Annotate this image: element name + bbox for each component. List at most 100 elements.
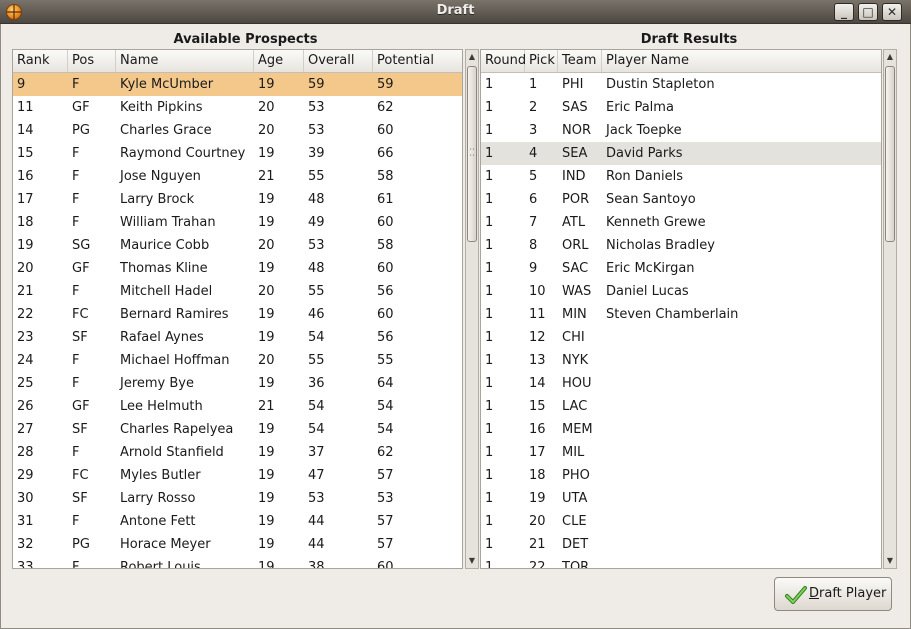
prospects-cell-age: 19 xyxy=(258,514,275,529)
prospects-cell-pos: SF xyxy=(72,330,88,345)
prospects-cell-age: 19 xyxy=(258,307,275,322)
results-column-header-round[interactable]: Round xyxy=(481,50,526,72)
results-column-header-team[interactable]: Team xyxy=(558,50,602,72)
results-row[interactable]: 1 12 CHI xyxy=(481,326,881,349)
prospects-row[interactable]: 24 F Michael Hoffman 20 55 55 xyxy=(13,349,462,372)
results-row[interactable]: 1 6 POR Sean Santoyo xyxy=(481,188,881,211)
results-row[interactable]: 1 19 UTA xyxy=(481,487,881,510)
results-cell-team: TOR xyxy=(562,560,590,569)
results-row[interactable]: 1 17 MIL xyxy=(481,441,881,464)
results-row[interactable]: 1 8 ORL Nicholas Bradley xyxy=(481,234,881,257)
prospects-row[interactable]: 32 PG Horace Meyer 19 44 57 xyxy=(13,533,462,556)
prospects-row[interactable]: 17 F Larry Brock 19 48 61 xyxy=(13,188,462,211)
prospects-row[interactable]: 16 F Jose Nguyen 21 55 58 xyxy=(13,165,462,188)
scroll-thumb[interactable] xyxy=(885,66,895,242)
prospects-row[interactable]: 11 GF Keith Pipkins 20 53 62 xyxy=(13,96,462,119)
results-row[interactable]: 1 11 MIN Steven Chamberlain xyxy=(481,303,881,326)
results-cell-team: NOR xyxy=(562,123,591,138)
results-row[interactable]: 1 14 HOU xyxy=(481,372,881,395)
results-column-header-pick[interactable]: Pick xyxy=(525,50,558,72)
results-row[interactable]: 1 21 DET xyxy=(481,533,881,556)
prospects-cell-pos: F xyxy=(72,560,80,569)
prospects-row[interactable]: 9 F Kyle McUmber 19 59 59 xyxy=(13,73,462,96)
prospects-cell-potential: 66 xyxy=(377,146,394,161)
results-row[interactable]: 1 20 CLE xyxy=(481,510,881,533)
prospects-row[interactable]: 22 FC Bernard Ramires 19 46 60 xyxy=(13,303,462,326)
prospects-cell-overall: 36 xyxy=(308,376,325,391)
title-bar[interactable]: Draft _ □ ✕ xyxy=(0,0,911,24)
prospects-cell-potential: 62 xyxy=(377,445,394,460)
prospects-cell-age: 19 xyxy=(258,192,275,207)
results-row[interactable]: 1 1 PHI Dustin Stapleton xyxy=(481,73,881,96)
prospects-cell-overall: 54 xyxy=(308,399,325,414)
prospects-cell-age: 20 xyxy=(258,238,275,253)
prospects-cell-overall: 44 xyxy=(308,537,325,552)
prospects-cell-age: 20 xyxy=(258,353,275,368)
results-cell-round: 1 xyxy=(485,307,494,322)
prospects-row[interactable]: 31 F Antone Fett 19 44 57 xyxy=(13,510,462,533)
minimize-button[interactable]: _ xyxy=(834,3,854,21)
results-row[interactable]: 1 16 MEM xyxy=(481,418,881,441)
results-row[interactable]: 1 5 IND Ron Daniels xyxy=(481,165,881,188)
results-cell-player-name xyxy=(602,556,881,568)
draft-results-list[interactable]: Round Pick Team Player Name 1 1 PHI Dustin Sta… xyxy=(480,49,882,569)
prospects-row[interactable]: 14 PG Charles Grace 20 53 60 xyxy=(13,119,462,142)
prospects-row[interactable]: 28 F Arnold Stanfield 19 37 62 xyxy=(13,441,462,464)
prospects-column-header-potential[interactable]: Potential xyxy=(373,50,462,72)
prospects-column-header-pos[interactable]: Pos xyxy=(68,50,116,72)
results-row[interactable]: 1 9 SAC Eric McKirgan xyxy=(481,257,881,280)
prospects-column-header-rank[interactable]: Rank xyxy=(13,50,68,72)
prospects-row[interactable]: 25 F Jeremy Bye 19 36 64 xyxy=(13,372,462,395)
draft-player-label: Draft Player xyxy=(809,586,886,601)
prospects-list[interactable]: Rank Pos Name Age Overall Potential 9 F Kyle Mc… xyxy=(12,49,463,569)
prospects-row[interactable]: 29 FC Myles Butler 19 47 57 xyxy=(13,464,462,487)
results-cell-player-name: Ron Daniels xyxy=(606,169,683,184)
results-row[interactable]: 1 22 TOR xyxy=(481,556,881,569)
prospects-header: Rank Pos Name Age Overall Potential xyxy=(13,50,462,73)
scroll-up-arrow-icon[interactable]: ▲ xyxy=(884,50,896,64)
prospects-row[interactable]: 33 F Robert Louis 19 38 60 xyxy=(13,556,462,569)
prospects-row[interactable]: 21 F Mitchell Hadel 20 55 56 xyxy=(13,280,462,303)
results-row[interactable]: 1 3 NOR Jack Toepke xyxy=(481,119,881,142)
prospects-row[interactable]: 23 SF Rafael Aynes 19 54 56 xyxy=(13,326,462,349)
scroll-up-arrow-icon[interactable]: ▲ xyxy=(466,50,478,64)
pane-divider-grip-icon[interactable]: ⋯ ⋯ xyxy=(469,146,478,161)
prospects-row[interactable]: 18 F William Trahan 19 49 60 xyxy=(13,211,462,234)
results-cell-round: 1 xyxy=(485,100,494,115)
prospects-column-header-overall[interactable]: Overall xyxy=(304,50,373,72)
prospects-cell-name: Michael Hoffman xyxy=(120,353,230,368)
results-row[interactable]: 1 2 SAS Eric Palma xyxy=(481,96,881,119)
results-row[interactable]: 1 15 LAC xyxy=(481,395,881,418)
results-row[interactable]: 1 13 NYK xyxy=(481,349,881,372)
prospects-row[interactable]: 26 GF Lee Helmuth 21 54 54 xyxy=(13,395,462,418)
results-scrollbar[interactable]: ▲ ▼ xyxy=(883,49,897,569)
prospects-column-header-name[interactable]: Name xyxy=(116,50,254,72)
prospects-cell-potential: 58 xyxy=(377,238,394,253)
prospects-column-header-age[interactable]: Age xyxy=(254,50,304,72)
prospects-row[interactable]: 30 SF Larry Rosso 19 53 53 xyxy=(13,487,462,510)
maximize-button[interactable]: □ xyxy=(858,3,878,21)
prospects-row[interactable]: 19 SG Maurice Cobb 20 53 58 xyxy=(13,234,462,257)
results-row[interactable]: 1 4 SEA David Parks xyxy=(481,142,881,165)
prospects-row[interactable]: 15 F Raymond Courtney 19 39 66 xyxy=(13,142,462,165)
results-row[interactable]: 1 10 WAS Daniel Lucas xyxy=(481,280,881,303)
prospects-cell-overall: 39 xyxy=(308,146,325,161)
results-cell-team: HOU xyxy=(562,376,592,391)
results-cell-player-name: Dustin Stapleton xyxy=(606,77,715,92)
results-cell-team: ORL xyxy=(562,238,589,253)
results-cell-player-name: Steven Chamberlain xyxy=(606,307,739,322)
results-cell-player-name xyxy=(602,533,881,556)
prospects-cell-rank: 22 xyxy=(17,307,34,322)
results-cell-round: 1 xyxy=(485,445,494,460)
close-button[interactable]: ✕ xyxy=(882,3,902,21)
scroll-down-arrow-icon[interactable]: ▼ xyxy=(466,554,478,568)
results-column-header-player-name[interactable]: Player Name xyxy=(602,50,881,72)
prospects-scrollbar[interactable]: ▲ ▼ xyxy=(465,49,479,569)
results-cell-pick: 15 xyxy=(529,399,546,414)
results-row[interactable]: 1 18 PHO xyxy=(481,464,881,487)
results-row[interactable]: 1 7 ATL Kenneth Grewe xyxy=(481,211,881,234)
draft-player-button[interactable]: Draft Player xyxy=(774,577,892,611)
prospects-row[interactable]: 27 SF Charles Rapelyea 19 54 54 xyxy=(13,418,462,441)
scroll-down-arrow-icon[interactable]: ▼ xyxy=(884,554,896,568)
prospects-row[interactable]: 20 GF Thomas Kline 19 48 60 xyxy=(13,257,462,280)
